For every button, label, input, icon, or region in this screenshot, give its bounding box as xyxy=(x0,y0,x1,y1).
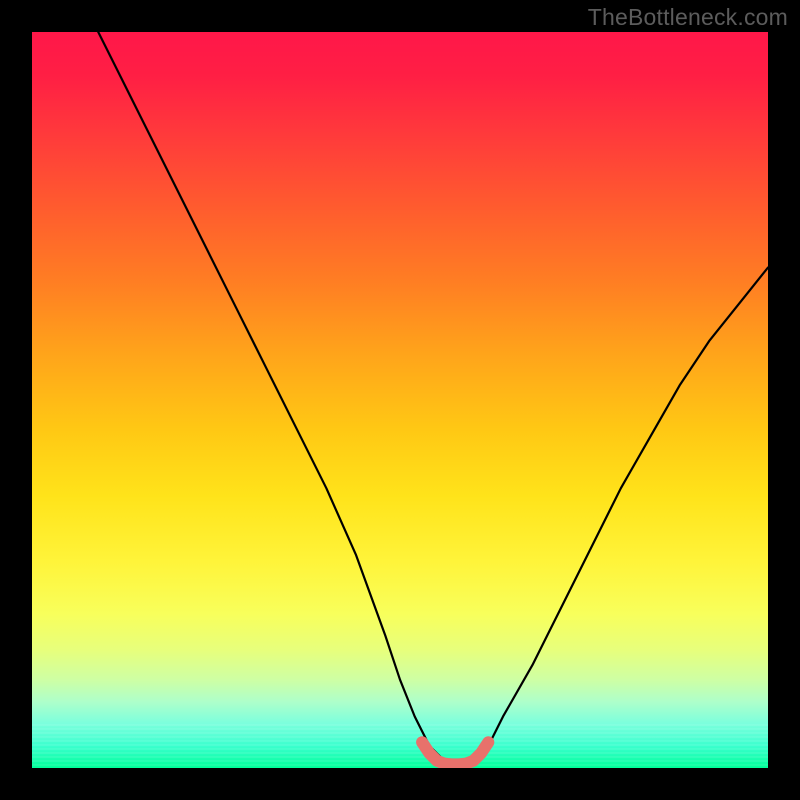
curve-layer xyxy=(32,32,768,768)
optimal-range-marker xyxy=(422,742,488,764)
bottleneck-curve xyxy=(98,32,768,764)
watermark-text: TheBottleneck.com xyxy=(588,4,788,31)
plot-area xyxy=(32,32,768,768)
chart-frame: TheBottleneck.com xyxy=(0,0,800,800)
